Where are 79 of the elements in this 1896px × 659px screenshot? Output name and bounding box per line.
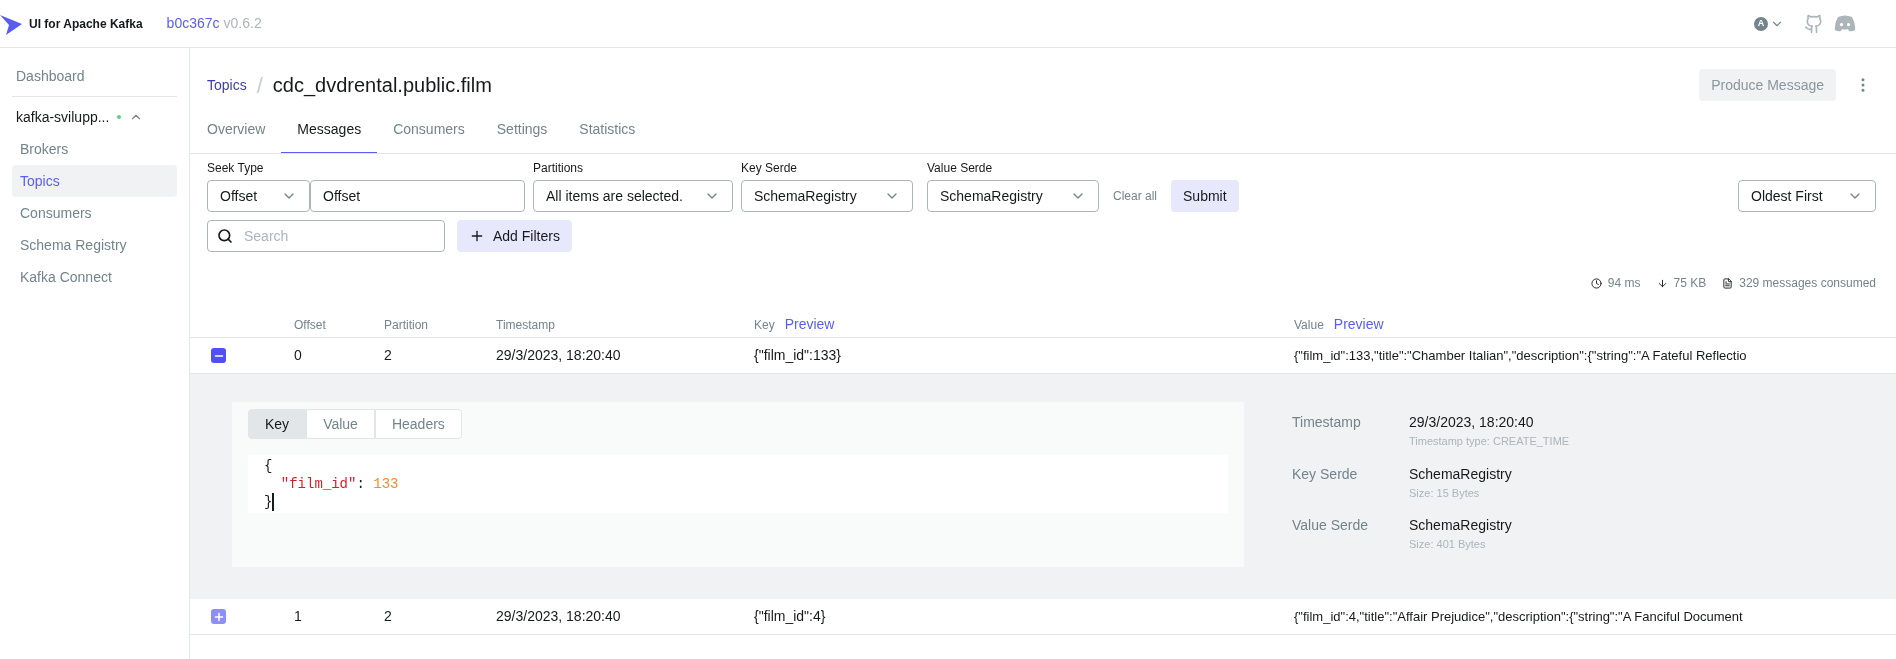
expand-button[interactable] bbox=[211, 609, 226, 624]
field-label: Seek Type bbox=[207, 160, 265, 176]
column-header: Offset bbox=[294, 316, 327, 334]
meta-value: 29/3/2023, 18:20:40 bbox=[1409, 413, 1535, 432]
tab[interactable]: Statistics bbox=[563, 119, 652, 153]
bird-logo-icon bbox=[0, 12, 22, 35]
avatar-letter: A bbox=[1754, 16, 1768, 31]
column-header: Partition bbox=[384, 316, 430, 334]
breadcrumb-link[interactable]: Topics bbox=[207, 74, 247, 96]
meta-note: Size: 401 Bytes bbox=[1409, 537, 1487, 552]
column-header: Key bbox=[754, 316, 775, 334]
partition-cell-text: 2 bbox=[384, 607, 393, 626]
detail-tab[interactable]: Headers bbox=[374, 409, 462, 439]
search-field[interactable]: Search bbox=[207, 220, 445, 252]
meta-label: Key Serde bbox=[1292, 464, 1359, 484]
offset-cell-text: 0 bbox=[294, 346, 303, 365]
seek-type-select[interactable]: Offset bbox=[207, 180, 310, 212]
elapsed-time: 94 ms bbox=[1607, 275, 1641, 292]
tab[interactable]: Consumers bbox=[377, 119, 481, 153]
messages-consumed: 329 messages consumed bbox=[1739, 275, 1876, 292]
preview-link[interactable]: Preview bbox=[1333, 314, 1384, 335]
key-cell-text: {"film_id":4} bbox=[754, 607, 827, 626]
plus-icon bbox=[212, 610, 225, 623]
sort-order-select[interactable]: Oldest First bbox=[1738, 180, 1876, 212]
meta-value: SchemaRegistry bbox=[1409, 464, 1513, 484]
plus-icon bbox=[469, 228, 485, 244]
meta-note: Size: 15 Bytes bbox=[1409, 485, 1481, 501]
sidebar-item[interactable]: Kafka Connect bbox=[12, 261, 177, 293]
preview-link[interactable]: Preview bbox=[784, 314, 835, 335]
detail-tab[interactable]: Value bbox=[306, 409, 375, 439]
github-icon[interactable] bbox=[1804, 13, 1824, 34]
meta-label: Timestamp bbox=[1292, 413, 1362, 432]
clock-icon bbox=[1590, 277, 1602, 289]
meta-label: Value Serde bbox=[1292, 516, 1369, 535]
add-filters-button[interactable]: Add Filters bbox=[457, 220, 572, 252]
sidebar-item[interactable]: Schema Registry bbox=[12, 229, 177, 261]
offset-input[interactable]: Offset bbox=[310, 180, 525, 212]
value-cell-text: {"film_id":4,"title":"Affair Prejudice","description":{"string":"A Fanciful Document bbox=[1294, 607, 1744, 626]
app-name: UI for Apache Kafka bbox=[29, 15, 143, 33]
field-label: Key Serde bbox=[741, 160, 799, 176]
tab[interactable]: Messages bbox=[281, 119, 378, 153]
collapse-button[interactable] bbox=[211, 348, 226, 363]
column-header: Value bbox=[1294, 316, 1324, 334]
field-label: Partitions bbox=[533, 160, 585, 176]
game-controller-icon[interactable] bbox=[1834, 14, 1856, 33]
document-icon bbox=[1722, 277, 1734, 289]
sidebar-item[interactable]: Consumers bbox=[12, 197, 177, 229]
bytes-consumed: 75 KB bbox=[1673, 275, 1707, 292]
value-serde-select[interactable]: SchemaRegistry bbox=[927, 180, 1099, 212]
breadcrumb-separator: / bbox=[256, 71, 263, 100]
detail-tab[interactable]: Key bbox=[248, 409, 307, 439]
sidebar-item[interactable]: Brokers bbox=[12, 133, 177, 165]
search-icon bbox=[217, 228, 233, 244]
timestamp-cell-text: 29/3/2023, 18:20:40 bbox=[496, 607, 622, 626]
code-editor[interactable]: { "film_id": 133 } bbox=[248, 455, 1228, 513]
offset-cell-text: 1 bbox=[294, 607, 303, 626]
field-label: Value Serde bbox=[927, 160, 994, 176]
partition-cell-text: 2 bbox=[384, 346, 393, 365]
cluster-item[interactable]: kafka-svilupp... bbox=[12, 101, 177, 133]
clear-all-button[interactable]: Clear all bbox=[1107, 180, 1163, 212]
tab[interactable]: Overview bbox=[207, 119, 282, 153]
meta-value: SchemaRegistry bbox=[1409, 516, 1513, 535]
key-serde-select[interactable]: SchemaRegistry bbox=[741, 180, 913, 212]
cluster-name: kafka-svilupp... bbox=[16, 107, 110, 127]
user-menu[interactable]: A bbox=[1754, 16, 1784, 31]
column-header: Timestamp bbox=[496, 316, 556, 334]
tab[interactable]: Settings bbox=[480, 119, 564, 153]
timestamp-cell-text: 29/3/2023, 18:20:40 bbox=[496, 346, 622, 365]
page-title: cdc_dvdrental.public.film bbox=[272, 73, 492, 99]
version-text: v0.6.2 bbox=[223, 14, 262, 33]
arrow-down-icon bbox=[1656, 277, 1668, 289]
version-hash-link[interactable]: b0c367c bbox=[166, 13, 220, 34]
partitions-select[interactable]: All items are selected. bbox=[533, 180, 733, 212]
sidebar-item[interactable]: Dashboard bbox=[12, 60, 177, 92]
meta-note: Timestamp type: CREATE_TIME bbox=[1409, 434, 1570, 449]
value-cell-text: {"film_id":133,"title":"Chamber Italian","description":{"string":"A Fateful Reflectio bbox=[1294, 346, 1748, 365]
sidebar-item[interactable]: Topics bbox=[12, 165, 177, 197]
submit-button[interactable]: Submit bbox=[1171, 180, 1239, 212]
key-cell-text: {"film_id":133} bbox=[754, 346, 842, 365]
